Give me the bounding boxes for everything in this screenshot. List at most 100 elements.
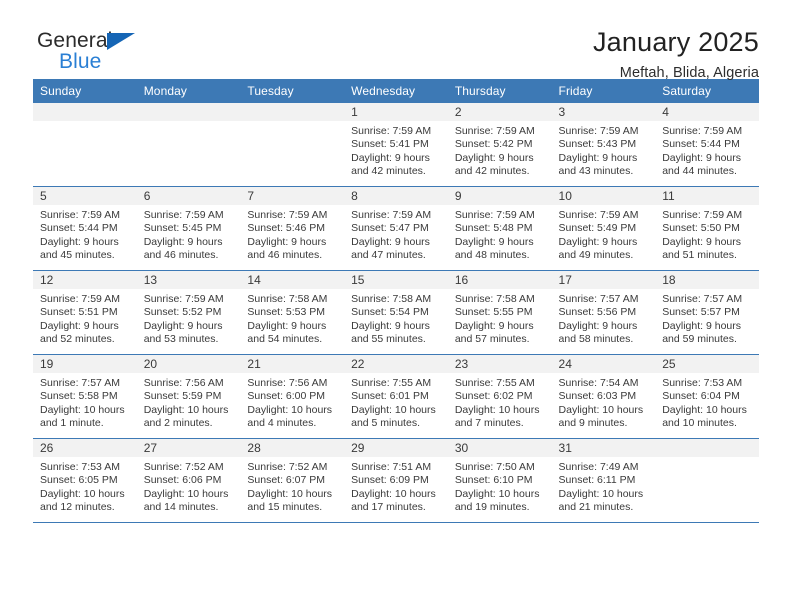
day-sun-info: Sunrise: 7:57 AM Sunset: 5:57 PM Daylight:… <box>655 289 759 347</box>
calendar-day-cell[interactable]: 18 Sunrise: 7:57 AM Sunset: 5:57 PM Dayligh… <box>655 270 759 355</box>
calendar-week-row: 26 Sunrise: 7:53 AM Sunset: 6:05 PM Dayligh… <box>33 438 759 523</box>
sunrise-text: Sunrise: 7:58 AM <box>351 293 432 305</box>
daylight-text: Daylight: 9 hours and 45 minutes. <box>40 235 119 262</box>
sunrise-text: Sunrise: 7:51 AM <box>351 461 432 473</box>
calendar-day-cell[interactable]: 20 Sunrise: 7:56 AM Sunset: 5:59 PM Dayligh… <box>136 354 241 439</box>
calendar-day-cell[interactable]: 28 Sunrise: 7:52 AM Sunset: 6:07 PM Dayligh… <box>240 438 345 523</box>
daylight-text: Daylight: 10 hours and 7 minutes. <box>454 403 540 430</box>
calendar-day-cell[interactable]: 4 Sunrise: 7:59 AM Sunset: 5:44 PM Daylight… <box>655 103 759 187</box>
daylight-text: Daylight: 9 hours and 48 minutes. <box>454 235 534 262</box>
day-sun-info: Sunrise: 7:56 AM Sunset: 6:00 PM Daylight:… <box>240 373 344 431</box>
day-number: 23 <box>447 355 552 373</box>
day-sun-info: Sunrise: 7:58 AM Sunset: 5:53 PM Daylight:… <box>240 289 344 347</box>
day-sun-info: Sunrise: 7:51 AM Sunset: 6:09 PM Daylight:… <box>344 457 448 515</box>
daylight-text: Daylight: 9 hours and 55 minutes. <box>351 319 430 346</box>
calendar-day-cell[interactable]: 14 Sunrise: 7:58 AM Sunset: 5:53 PM Dayligh… <box>240 270 345 355</box>
calendar-day-cell[interactable]: 11 Sunrise: 7:59 AM Sunset: 5:50 PM Dayligh… <box>655 186 759 271</box>
day-number: 21 <box>240 355 345 373</box>
calendar-day-cell[interactable]: 9 Sunrise: 7:59 AM Sunset: 5:48 PM Daylight… <box>447 186 552 271</box>
calendar-day-cell[interactable]: 16 Sunrise: 7:58 AM Sunset: 5:55 PM Dayligh… <box>447 270 552 355</box>
calendar-day-cell[interactable]: 13 Sunrise: 7:59 AM Sunset: 5:52 PM Dayligh… <box>136 270 241 355</box>
daylight-text: Daylight: 9 hours and 49 minutes. <box>558 235 638 262</box>
calendar-day-cell[interactable]: 19 Sunrise: 7:57 AM Sunset: 5:58 PM Dayligh… <box>33 354 137 439</box>
day-sun-info: Sunrise: 7:59 AM Sunset: 5:51 PM Daylight:… <box>33 289 137 347</box>
daylight-text: Daylight: 10 hours and 19 minutes. <box>454 487 540 514</box>
sunset-text: Sunset: 5:58 PM <box>40 390 118 403</box>
sunset-text: Sunset: 6:02 PM <box>454 390 533 403</box>
sunrise-text: Sunrise: 7:58 AM <box>454 293 535 305</box>
calendar-day-cell[interactable]: 30 Sunrise: 7:50 AM Sunset: 6:10 PM Dayligh… <box>447 438 552 523</box>
sunset-text: Sunset: 5:53 PM <box>247 306 326 319</box>
daylight-text: Daylight: 9 hours and 53 minutes. <box>143 319 223 346</box>
day-number: 4 <box>655 103 759 121</box>
weekday-header-friday: Friday <box>551 79 656 103</box>
calendar-day-cell[interactable]: 2 Sunrise: 7:59 AM Sunset: 5:42 PM Daylight… <box>447 103 552 187</box>
sunset-text: Sunset: 6:06 PM <box>143 474 222 487</box>
general-blue-logo[interactable]: General Blue <box>33 28 163 76</box>
day-number: 6 <box>136 187 241 205</box>
sunrise-text: Sunrise: 7:59 AM <box>40 209 120 221</box>
calendar-day-cell[interactable]: 21 Sunrise: 7:56 AM Sunset: 6:00 PM Dayligh… <box>240 354 345 439</box>
day-sun-info: Sunrise: 7:59 AM Sunset: 5:49 PM Daylight:… <box>552 205 656 263</box>
daylight-text: Daylight: 10 hours and 10 minutes. <box>662 403 747 430</box>
sunset-text: Sunset: 5:55 PM <box>454 306 533 319</box>
sunset-text: Sunset: 5:54 PM <box>351 306 429 319</box>
calendar-day-cell[interactable]: 12 Sunrise: 7:59 AM Sunset: 5:51 PM Dayligh… <box>33 270 137 355</box>
weekday-header-row: Sunday Monday Tuesday Wednesday Thursday… <box>33 79 759 103</box>
day-sun-info: Sunrise: 7:59 AM Sunset: 5:44 PM Daylight:… <box>655 121 759 179</box>
calendar-day-cell[interactable]: 5 Sunrise: 7:59 AM Sunset: 5:44 PM Daylight… <box>33 186 137 271</box>
calendar-day-cell[interactable]: 24 Sunrise: 7:54 AM Sunset: 6:03 PM Dayligh… <box>551 354 656 439</box>
calendar-day-cell[interactable]: 6 Sunrise: 7:59 AM Sunset: 5:45 PM Daylight… <box>136 186 241 271</box>
sunrise-text: Sunrise: 7:59 AM <box>662 209 743 221</box>
daylight-text: Daylight: 10 hours and 12 minutes. <box>40 487 125 514</box>
sunrise-text: Sunrise: 7:56 AM <box>247 377 328 389</box>
calendar-day-cell[interactable]: 17 Sunrise: 7:57 AM Sunset: 5:56 PM Dayligh… <box>551 270 656 355</box>
day-number: 9 <box>447 187 552 205</box>
calendar-day-cell[interactable]: 7 Sunrise: 7:59 AM Sunset: 5:46 PM Daylight… <box>240 186 345 271</box>
calendar-day-cell[interactable]: 29 Sunrise: 7:51 AM Sunset: 6:09 PM Dayligh… <box>344 438 448 523</box>
day-sun-info: Sunrise: 7:53 AM Sunset: 6:05 PM Daylight:… <box>33 457 137 515</box>
calendar-day-cell[interactable]: 8 Sunrise: 7:59 AM Sunset: 5:47 PM Daylight… <box>344 186 448 271</box>
day-sun-info: Sunrise: 7:49 AM Sunset: 6:11 PM Daylight:… <box>552 457 656 515</box>
daylight-text: Daylight: 9 hours and 42 minutes. <box>454 151 534 178</box>
daylight-text: Daylight: 10 hours and 1 minute. <box>40 403 125 430</box>
calendar-day-cell[interactable]: 23 Sunrise: 7:55 AM Sunset: 6:02 PM Dayligh… <box>447 354 552 439</box>
calendar-cell-empty <box>136 103 241 187</box>
calendar-day-cell[interactable]: 1 Sunrise: 7:59 AM Sunset: 5:41 PM Daylight… <box>344 103 448 187</box>
day-sun-info: Sunrise: 7:55 AM Sunset: 6:02 PM Daylight:… <box>448 373 552 431</box>
calendar-day-cell[interactable]: 10 Sunrise: 7:59 AM Sunset: 5:49 PM Dayligh… <box>551 186 656 271</box>
calendar-grid: Sunday Monday Tuesday Wednesday Thursday… <box>33 79 759 523</box>
day-number <box>136 103 241 121</box>
daylight-text: Daylight: 10 hours and 17 minutes. <box>351 487 436 514</box>
weekday-header-saturday: Saturday <box>655 79 759 103</box>
daylight-text: Daylight: 9 hours and 46 minutes. <box>247 235 327 262</box>
calendar-cell-empty <box>33 103 137 187</box>
calendar-day-cell[interactable]: 3 Sunrise: 7:59 AM Sunset: 5:43 PM Daylight… <box>551 103 656 187</box>
calendar-day-cell[interactable]: 25 Sunrise: 7:53 AM Sunset: 6:04 PM Dayligh… <box>655 354 759 439</box>
daylight-text: Daylight: 9 hours and 44 minutes. <box>662 151 742 178</box>
calendar-day-cell[interactable]: 26 Sunrise: 7:53 AM Sunset: 6:05 PM Dayligh… <box>33 438 137 523</box>
sunset-text: Sunset: 6:07 PM <box>247 474 326 487</box>
day-number: 31 <box>551 439 656 457</box>
day-number: 22 <box>344 355 448 373</box>
sunrise-text: Sunrise: 7:59 AM <box>558 125 639 137</box>
calendar-week-row: 19 Sunrise: 7:57 AM Sunset: 5:58 PM Dayligh… <box>33 354 759 439</box>
calendar-day-cell[interactable]: 27 Sunrise: 7:52 AM Sunset: 6:06 PM Dayligh… <box>136 438 241 523</box>
daylight-text: Daylight: 9 hours and 58 minutes. <box>558 319 638 346</box>
day-sun-info: Sunrise: 7:59 AM Sunset: 5:43 PM Daylight:… <box>552 121 656 179</box>
sunset-text: Sunset: 6:03 PM <box>558 390 637 403</box>
calendar-day-cell[interactable]: 22 Sunrise: 7:55 AM Sunset: 6:01 PM Dayligh… <box>344 354 448 439</box>
daylight-text: Daylight: 10 hours and 5 minutes. <box>351 403 436 430</box>
sunset-text: Sunset: 5:44 PM <box>40 222 118 235</box>
daylight-text: Daylight: 9 hours and 47 minutes. <box>351 235 430 262</box>
sunset-text: Sunset: 6:04 PM <box>662 390 740 403</box>
day-number: 10 <box>551 187 656 205</box>
sunrise-text: Sunrise: 7:59 AM <box>143 209 224 221</box>
day-sun-info: Sunrise: 7:57 AM Sunset: 5:58 PM Daylight:… <box>33 373 137 431</box>
sunrise-text: Sunrise: 7:55 AM <box>454 377 535 389</box>
sunset-text: Sunset: 5:50 PM <box>662 222 740 235</box>
sunset-text: Sunset: 5:57 PM <box>662 306 740 319</box>
day-sun-info: Sunrise: 7:59 AM Sunset: 5:41 PM Daylight:… <box>344 121 448 179</box>
calendar-day-cell[interactable]: 31 Sunrise: 7:49 AM Sunset: 6:11 PM Dayligh… <box>551 438 656 523</box>
calendar-day-cell[interactable]: 15 Sunrise: 7:58 AM Sunset: 5:54 PM Dayligh… <box>344 270 448 355</box>
